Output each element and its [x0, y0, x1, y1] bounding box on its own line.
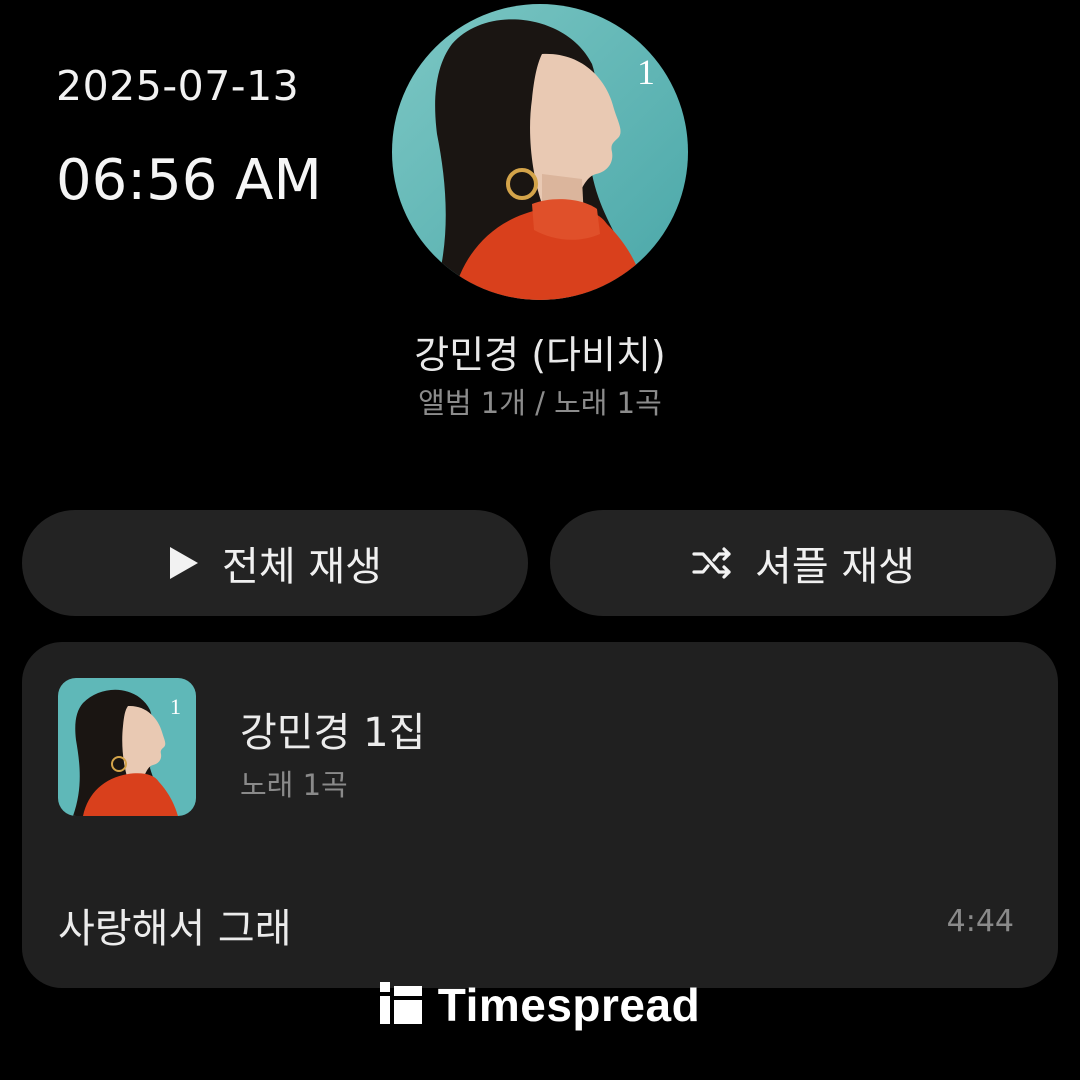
timespread-logo-icon [379, 982, 422, 1028]
shuffle-play-label: 셔플 재생 [755, 544, 915, 590]
artist-image: 1 [392, 4, 688, 300]
brand-name: Timespread [437, 979, 701, 1031]
track-title[interactable]: 사랑해서 그래 [58, 896, 292, 954]
track-duration: 4:44 [946, 904, 1014, 939]
shuffle-icon [691, 546, 733, 580]
svg-text:1: 1 [637, 52, 655, 92]
artist-meta: 앨범 1개 / 노래 1곡 [418, 386, 662, 420]
album-track-count: 노래 1곡 [240, 768, 348, 802]
album-card: 1 강민경 1집 노래 1곡 사랑해서 그래 4:44 [22, 642, 1058, 988]
status-time: 06:56 AM [56, 148, 322, 213]
artist-name: 강민경 (다비치) [414, 333, 666, 377]
svg-text:1: 1 [170, 694, 181, 719]
album-cover[interactable]: 1 [58, 678, 196, 816]
play-all-label: 전체 재생 [222, 544, 382, 590]
play-icon [168, 545, 200, 581]
album-title[interactable]: 강민경 1집 [240, 700, 425, 758]
brand-watermark: Timespread [0, 978, 1080, 1032]
shuffle-play-button[interactable]: 셔플 재생 [550, 510, 1056, 616]
status-date: 2025-07-13 [56, 62, 300, 110]
play-all-button[interactable]: 전체 재생 [22, 510, 528, 616]
